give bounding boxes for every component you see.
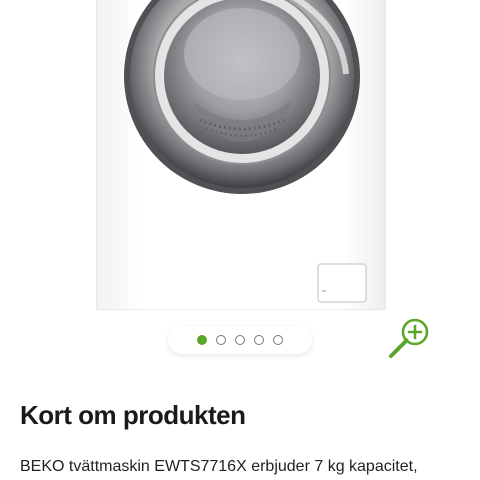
product-page: Kort om produkten BEKO tvättmaskin EWTS7…	[0, 0, 480, 480]
carousel-dot-5[interactable]	[273, 335, 283, 345]
product-image[interactable]	[96, 0, 386, 310]
carousel-dot-4[interactable]	[254, 335, 264, 345]
zoom-in-icon[interactable]	[386, 316, 432, 362]
carousel-dot-2[interactable]	[216, 335, 226, 345]
product-summary-text: BEKO tvättmaskin EWTS7716X erbjuder 7 kg…	[20, 458, 418, 475]
carousel-dot-3[interactable]	[235, 335, 245, 345]
carousel-dot-1[interactable]	[197, 335, 207, 345]
product-gallery	[0, 0, 480, 358]
carousel-pagination	[168, 326, 312, 354]
product-summary-title: Kort om produkten	[20, 400, 246, 430]
